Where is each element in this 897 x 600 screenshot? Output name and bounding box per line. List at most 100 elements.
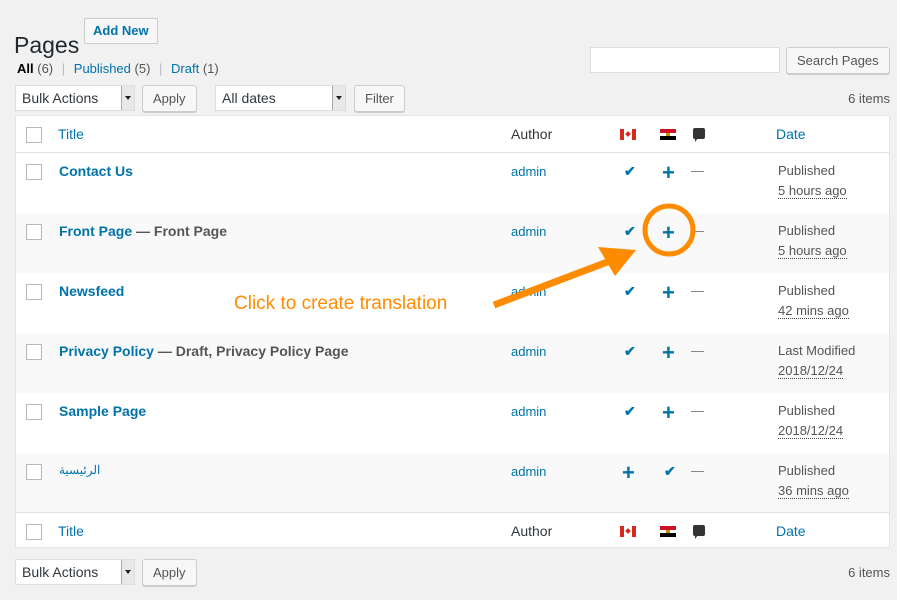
post-date: 5 hours ago [778, 183, 847, 199]
row-title-wrap: Sample Page [59, 403, 146, 419]
row-checkbox[interactable] [26, 284, 42, 300]
filter-all-count: (6) [37, 61, 54, 76]
column-author-bottom: Author [511, 523, 553, 539]
post-date: 2018/12/24 [778, 423, 844, 439]
date-cell: Published 42 mins ago [778, 281, 849, 321]
filter-button[interactable]: Filter [354, 85, 405, 112]
post-status: Published [778, 283, 836, 298]
chevron-down-icon [121, 560, 134, 584]
row-checkbox[interactable] [26, 464, 42, 480]
page-title-link[interactable]: Newsfeed [59, 283, 124, 299]
table-row: Contact Us admin ✔ + Published 5 hours a… [16, 153, 889, 213]
filter-published-count: (5) [134, 61, 151, 76]
author-link[interactable]: admin [511, 164, 546, 179]
table-header: Title Author Date [16, 116, 889, 153]
no-comments-dash [691, 171, 704, 172]
column-title[interactable]: Title [58, 126, 84, 142]
table-row: Newsfeed admin ✔ + Published 42 mins ago [16, 273, 889, 333]
author-link[interactable]: admin [511, 464, 546, 479]
select-all-checkbox[interactable] [26, 127, 42, 143]
row-title-wrap: Contact Us [59, 163, 133, 179]
row-title-wrap: الرئيسية [59, 463, 100, 477]
post-state: — Draft, Privacy Policy Page [153, 343, 349, 359]
pages-table: Title Author Date Contact Us admin ✔ + P… [15, 115, 890, 548]
add-translation-plus-icon[interactable]: + [662, 222, 675, 244]
bulk-actions-select-top[interactable]: Bulk Actions [15, 85, 135, 111]
status-filters: All (6) | Published (5) | Draft (1) [17, 61, 219, 76]
translation-exists-check-icon[interactable]: ✔ [624, 223, 636, 240]
row-title-wrap: Newsfeed [59, 283, 124, 299]
add-new-button[interactable]: Add New [84, 18, 158, 44]
no-comments-dash [691, 291, 704, 292]
page-title-link[interactable]: Privacy Policy [59, 343, 154, 359]
date-cell: Published 36 mins ago [778, 461, 849, 501]
table-row: الرئيسية admin + ✔ Published 36 mins ago [16, 453, 889, 513]
egypt-flag-icon [660, 129, 676, 140]
add-translation-plus-icon[interactable]: + [662, 342, 675, 364]
no-comments-dash [691, 351, 704, 352]
translation-exists-check-icon[interactable]: ✔ [664, 463, 676, 480]
filter-separator: | [159, 61, 163, 76]
row-checkbox[interactable] [26, 344, 42, 360]
bulk-actions-value: Bulk Actions [22, 90, 99, 106]
items-count-bottom: 6 items [848, 565, 890, 580]
date-cell: Last Modified 2018/12/24 [778, 341, 855, 381]
column-author: Author [511, 126, 553, 142]
row-title-wrap: Privacy Policy — Draft, Privacy Policy P… [59, 343, 348, 359]
translation-exists-check-icon[interactable]: ✔ [624, 163, 636, 180]
add-translation-plus-icon[interactable]: + [662, 282, 675, 304]
dates-select[interactable]: All dates [215, 85, 346, 111]
author-link[interactable]: admin [511, 344, 546, 359]
post-status: Last Modified [778, 343, 856, 358]
post-date: 2018/12/24 [778, 363, 844, 379]
no-comments-dash [691, 231, 704, 232]
author-link[interactable]: admin [511, 224, 546, 239]
row-checkbox[interactable] [26, 404, 42, 420]
apply-button-bottom[interactable]: Apply [142, 559, 197, 586]
apply-button-top[interactable]: Apply [142, 85, 197, 112]
post-status: Published [778, 463, 836, 478]
comment-icon [693, 525, 705, 539]
canada-flag-icon [620, 129, 636, 140]
add-translation-plus-icon[interactable]: + [662, 162, 675, 184]
page-title-link[interactable]: Contact Us [59, 163, 133, 179]
search-pages-button[interactable]: Search Pages [786, 47, 890, 74]
column-date[interactable]: Date [776, 126, 806, 142]
column-date-bottom[interactable]: Date [776, 523, 806, 539]
date-cell: Published 5 hours ago [778, 221, 847, 261]
author-link[interactable]: admin [511, 284, 546, 299]
translation-exists-check-icon[interactable]: ✔ [624, 283, 636, 300]
row-checkbox[interactable] [26, 164, 42, 180]
translation-exists-check-icon[interactable]: ✔ [624, 403, 636, 420]
column-title-bottom[interactable]: Title [58, 523, 84, 539]
author-link[interactable]: admin [511, 404, 546, 419]
filter-all[interactable]: All [17, 61, 34, 76]
date-cell: Published 5 hours ago [778, 161, 847, 201]
table-row: Privacy Policy — Draft, Privacy Policy P… [16, 333, 889, 393]
canada-flag-icon [620, 526, 636, 537]
egypt-flag-icon [660, 526, 676, 537]
select-all-checkbox-bottom[interactable] [26, 524, 42, 540]
bulk-actions-select-bottom[interactable]: Bulk Actions [15, 559, 135, 585]
dates-value: All dates [222, 90, 276, 106]
row-checkbox[interactable] [26, 224, 42, 240]
page-title-link[interactable]: الرئيسية [59, 463, 100, 477]
post-date: 5 hours ago [778, 243, 847, 259]
filter-separator: | [61, 61, 66, 76]
no-comments-dash [691, 471, 704, 472]
post-date: 36 mins ago [778, 483, 849, 499]
filter-draft[interactable]: Draft [171, 61, 199, 76]
translation-exists-check-icon[interactable]: ✔ [624, 343, 636, 360]
annotation-text: Click to create translation [234, 293, 448, 314]
search-input[interactable] [590, 47, 780, 73]
no-comments-dash [691, 411, 704, 412]
add-translation-plus-icon[interactable]: + [662, 402, 675, 424]
table-row: Sample Page admin ✔ + Published 2018/12/… [16, 393, 889, 453]
page-title-link[interactable]: Front Page [59, 223, 132, 239]
post-status: Published [778, 223, 836, 238]
add-translation-plus-icon[interactable]: + [622, 462, 635, 484]
post-date: 42 mins ago [778, 303, 849, 319]
page-title-link[interactable]: Sample Page [59, 403, 146, 419]
filter-published[interactable]: Published [74, 61, 131, 76]
row-title-wrap: Front Page — Front Page [59, 223, 227, 239]
